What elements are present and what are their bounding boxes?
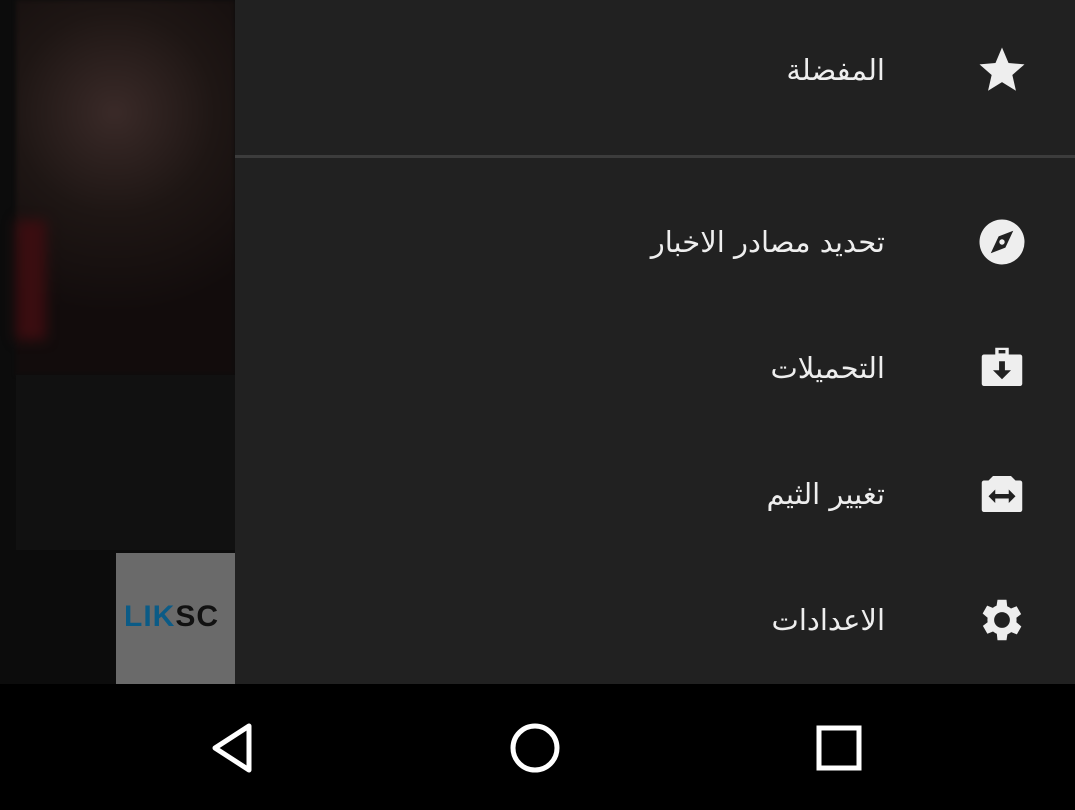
camera-switch-icon: [981, 476, 1023, 512]
menu-item-label: التحميلات: [770, 351, 886, 385]
menu-item-change-theme[interactable]: تغيير الثيم: [235, 444, 1075, 544]
menu-item-downloads[interactable]: التحميلات: [235, 318, 1075, 418]
gear-icon: [982, 599, 1022, 641]
blurred-photo: [16, 0, 235, 375]
menu-item-label: تحديد مصادر الاخبار: [650, 225, 885, 259]
home-icon[interactable]: [505, 718, 565, 778]
background-content: LIKSC: [0, 0, 235, 684]
star-icon: [979, 47, 1025, 91]
menu-item-news-sources[interactable]: تحديد مصادر الاخبار: [235, 192, 1075, 292]
menu-item-settings[interactable]: الاعدادات: [235, 570, 1075, 670]
divider: [235, 155, 1075, 158]
briefcase-download-icon: [981, 347, 1023, 386]
recents-icon[interactable]: [809, 718, 869, 778]
compass-icon: [979, 219, 1025, 265]
menu-item-label: الاعدادات: [771, 603, 885, 637]
menu-item-label: المفضلة: [786, 53, 885, 87]
background-card: [16, 375, 235, 550]
logo-text: LIK: [124, 600, 176, 633]
logo-text: SC: [175, 600, 220, 633]
menu-item-favorites[interactable]: المفضلة: [235, 20, 1075, 120]
back-icon[interactable]: [203, 718, 263, 778]
system-navigation-bar: [0, 684, 1075, 810]
menu-item-label: تغيير الثيم: [766, 477, 885, 511]
navigation-drawer: المفضلة تحديد مصادر الاخبار التحميلات تغ…: [235, 0, 1075, 684]
logo-thumbnail: LIKSC: [116, 553, 235, 684]
